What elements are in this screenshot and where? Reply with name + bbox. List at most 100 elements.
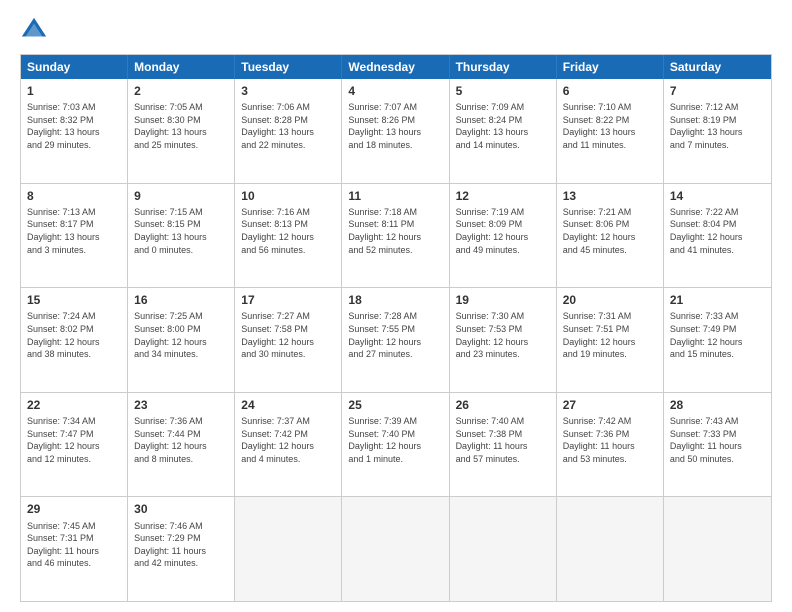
day-info: Sunrise: 7:13 AM Sunset: 8:17 PM Dayligh… [27,206,121,256]
day-info: Sunrise: 7:30 AM Sunset: 7:53 PM Dayligh… [456,310,550,360]
calendar-cell: 7Sunrise: 7:12 AM Sunset: 8:19 PM Daylig… [664,79,771,183]
calendar-cell: 6Sunrise: 7:10 AM Sunset: 8:22 PM Daylig… [557,79,664,183]
day-info: Sunrise: 7:16 AM Sunset: 8:13 PM Dayligh… [241,206,335,256]
calendar-cell [664,497,771,601]
calendar-cell: 11 Sunrise: 7:18 AM Sunset: 8:11 PM Dayli… [342,184,449,288]
day-number: 27 [563,397,657,413]
calendar-cell: 19 Sunrise: 7:30 AM Sunset: 7:53 PM Dayli… [450,288,557,392]
calendar-cell: 4 Sunrise: 7:07 AM Sunset: 8:26 PM Daylig… [342,79,449,183]
day-number: 25 [348,397,442,413]
calendar-cell: 2 Sunrise: 7:05 AM Sunset: 8:30 PM Daylig… [128,79,235,183]
day-info: Sunrise: 7:07 AM Sunset: 8:26 PM Dayligh… [348,101,442,151]
calendar-header: SundayMondayTuesdayWednesdayThursdayFrid… [21,55,771,79]
calendar-body: 1Sunrise: 7:03 AM Sunset: 8:32 PM Daylig… [21,79,771,601]
calendar-cell: 28 Sunrise: 7:43 AM Sunset: 7:33 PM Dayli… [664,393,771,497]
day-info: Sunrise: 7:25 AM Sunset: 8:00 PM Dayligh… [134,310,228,360]
calendar-cell: 22 Sunrise: 7:34 AM Sunset: 7:47 PM Dayli… [21,393,128,497]
day-info: Sunrise: 7:18 AM Sunset: 8:11 PM Dayligh… [348,206,442,256]
calendar-cell: 21Sunrise: 7:33 AM Sunset: 7:49 PM Dayli… [664,288,771,392]
weekday-header: Wednesday [342,55,449,79]
header [20,16,772,44]
day-number: 4 [348,83,442,99]
day-info: Sunrise: 7:24 AM Sunset: 8:02 PM Dayligh… [27,310,121,360]
calendar-cell [342,497,449,601]
calendar-cell: 27 Sunrise: 7:42 AM Sunset: 7:36 PM Dayli… [557,393,664,497]
calendar-cell: 5 Sunrise: 7:09 AM Sunset: 8:24 PM Daylig… [450,79,557,183]
calendar-cell: 13 Sunrise: 7:21 AM Sunset: 8:06 PM Dayli… [557,184,664,288]
calendar-row: 1Sunrise: 7:03 AM Sunset: 8:32 PM Daylig… [21,79,771,183]
calendar-cell [557,497,664,601]
day-number: 19 [456,292,550,308]
calendar-row: 22 Sunrise: 7:34 AM Sunset: 7:47 PM Dayli… [21,392,771,497]
calendar-cell: 9 Sunrise: 7:15 AM Sunset: 8:15 PM Daylig… [128,184,235,288]
day-info: Sunrise: 7:42 AM Sunset: 7:36 PM Dayligh… [563,415,657,465]
weekday-header: Saturday [664,55,771,79]
day-info: Sunrise: 7:03 AM Sunset: 8:32 PM Dayligh… [27,101,121,151]
logo-icon [20,16,48,44]
calendar-cell: 12Sunrise: 7:19 AM Sunset: 8:09 PM Dayli… [450,184,557,288]
day-number: 2 [134,83,228,99]
calendar-cell: 24Sunrise: 7:37 AM Sunset: 7:42 PM Dayli… [235,393,342,497]
day-info: Sunrise: 7:19 AM Sunset: 8:09 PM Dayligh… [456,206,550,256]
calendar-cell: 17 Sunrise: 7:27 AM Sunset: 7:58 PM Dayli… [235,288,342,392]
day-number: 5 [456,83,550,99]
calendar-row: 29Sunrise: 7:45 AM Sunset: 7:31 PM Dayli… [21,496,771,601]
calendar-cell: 23 Sunrise: 7:36 AM Sunset: 7:44 PM Dayli… [128,393,235,497]
day-number: 11 [348,188,442,204]
day-number: 15 [27,292,121,308]
day-number: 17 [241,292,335,308]
day-number: 24 [241,397,335,413]
day-info: Sunrise: 7:40 AM Sunset: 7:38 PM Dayligh… [456,415,550,465]
day-info: Sunrise: 7:39 AM Sunset: 7:40 PM Dayligh… [348,415,442,465]
calendar-cell: 14Sunrise: 7:22 AM Sunset: 8:04 PM Dayli… [664,184,771,288]
calendar-cell: 15 Sunrise: 7:24 AM Sunset: 8:02 PM Dayli… [21,288,128,392]
day-info: Sunrise: 7:21 AM Sunset: 8:06 PM Dayligh… [563,206,657,256]
day-info: Sunrise: 7:06 AM Sunset: 8:28 PM Dayligh… [241,101,335,151]
calendar-cell: 30 Sunrise: 7:46 AM Sunset: 7:29 PM Dayli… [128,497,235,601]
day-info: Sunrise: 7:05 AM Sunset: 8:30 PM Dayligh… [134,101,228,151]
day-number: 8 [27,188,121,204]
day-number: 7 [670,83,765,99]
day-number: 9 [134,188,228,204]
calendar-cell: 20 Sunrise: 7:31 AM Sunset: 7:51 PM Dayli… [557,288,664,392]
day-number: 6 [563,83,657,99]
day-number: 16 [134,292,228,308]
day-number: 13 [563,188,657,204]
day-info: Sunrise: 7:27 AM Sunset: 7:58 PM Dayligh… [241,310,335,360]
day-number: 23 [134,397,228,413]
weekday-header: Monday [128,55,235,79]
day-info: Sunrise: 7:15 AM Sunset: 8:15 PM Dayligh… [134,206,228,256]
calendar-cell: 25 Sunrise: 7:39 AM Sunset: 7:40 PM Dayli… [342,393,449,497]
day-number: 26 [456,397,550,413]
calendar-row: 15 Sunrise: 7:24 AM Sunset: 8:02 PM Dayli… [21,287,771,392]
calendar-cell: 29Sunrise: 7:45 AM Sunset: 7:31 PM Dayli… [21,497,128,601]
day-info: Sunrise: 7:28 AM Sunset: 7:55 PM Dayligh… [348,310,442,360]
weekday-header: Thursday [450,55,557,79]
page: SundayMondayTuesdayWednesdayThursdayFrid… [0,0,792,612]
day-number: 28 [670,397,765,413]
day-info: Sunrise: 7:36 AM Sunset: 7:44 PM Dayligh… [134,415,228,465]
day-number: 30 [134,501,228,517]
logo [20,16,52,44]
day-number: 29 [27,501,121,517]
day-info: Sunrise: 7:33 AM Sunset: 7:49 PM Dayligh… [670,310,765,360]
day-info: Sunrise: 7:22 AM Sunset: 8:04 PM Dayligh… [670,206,765,256]
day-info: Sunrise: 7:34 AM Sunset: 7:47 PM Dayligh… [27,415,121,465]
calendar-cell: 3 Sunrise: 7:06 AM Sunset: 8:28 PM Daylig… [235,79,342,183]
calendar-cell: 1Sunrise: 7:03 AM Sunset: 8:32 PM Daylig… [21,79,128,183]
day-info: Sunrise: 7:43 AM Sunset: 7:33 PM Dayligh… [670,415,765,465]
calendar: SundayMondayTuesdayWednesdayThursdayFrid… [20,54,772,602]
day-number: 20 [563,292,657,308]
day-number: 18 [348,292,442,308]
calendar-cell: 26 Sunrise: 7:40 AM Sunset: 7:38 PM Dayli… [450,393,557,497]
day-number: 22 [27,397,121,413]
day-info: Sunrise: 7:09 AM Sunset: 8:24 PM Dayligh… [456,101,550,151]
day-info: Sunrise: 7:46 AM Sunset: 7:29 PM Dayligh… [134,520,228,570]
weekday-header: Friday [557,55,664,79]
calendar-cell: 18 Sunrise: 7:28 AM Sunset: 7:55 PM Dayli… [342,288,449,392]
calendar-cell [450,497,557,601]
day-number: 3 [241,83,335,99]
day-number: 10 [241,188,335,204]
day-info: Sunrise: 7:31 AM Sunset: 7:51 PM Dayligh… [563,310,657,360]
weekday-header: Tuesday [235,55,342,79]
